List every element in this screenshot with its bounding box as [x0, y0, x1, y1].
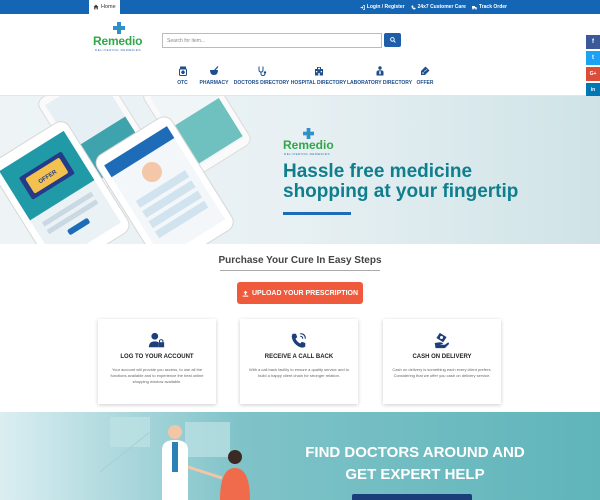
- step-card-title: RECEIVE A CALL BACK: [264, 354, 334, 360]
- banner-title: FIND DOCTORS AROUND AND GET EXPERT HELP: [305, 444, 525, 483]
- hospital-icon: [314, 67, 323, 76]
- search-input[interactable]: [162, 33, 382, 48]
- step-card-text: With a call back facility to ensure a qu…: [248, 367, 350, 378]
- hero-logo-tagline: DELIVERING REMEDIES: [284, 152, 331, 156]
- site-logo[interactable]: Remedio DELIVERING REMEDIES: [93, 22, 145, 58]
- phone-icon: [411, 5, 416, 9]
- doctor-consultation-illustration: [99, 417, 250, 500]
- step-card-callback: RECEIVE A CALL BACK With a call back fac…: [240, 319, 358, 404]
- steps-title-divider: [220, 270, 380, 271]
- medical-cross-icon: [113, 22, 125, 34]
- logo-tagline: DELIVERING REMEDIES: [95, 48, 142, 52]
- step-card-text: Cash on delivery is something each every…: [392, 367, 492, 378]
- logo-name: Remedio: [93, 34, 143, 48]
- upload-prescription-button[interactable]: UPLOAD YOUR PRESCRIPTION: [237, 282, 363, 304]
- banner-cta-button[interactable]: [352, 494, 472, 500]
- top-links: Login / Register 24x7 Customer Care Trac…: [360, 0, 507, 14]
- upload-prescription-label: UPLOAD YOUR PRESCRIPTION: [251, 289, 359, 297]
- google-plus-icon[interactable]: G+: [586, 67, 600, 81]
- home-link[interactable]: Home: [89, 0, 120, 14]
- truck-icon: [471, 5, 477, 10]
- user-lock-icon: [148, 332, 165, 348]
- home-icon: [93, 4, 99, 10]
- phone-mockups-illustration: OFFER: [0, 96, 251, 244]
- step-card-login: LOG TO YOUR ACCOUNT Your account will pr…: [98, 319, 216, 404]
- search-button[interactable]: [384, 33, 401, 47]
- cash-hand-icon: [434, 332, 450, 349]
- main-nav: OTC PHARMACY DOCTORS DIRECTORY HOSPITAL …: [170, 66, 438, 86]
- site-header: Remedio DELIVERING REMEDIES OTC PHARMACY…: [0, 14, 600, 96]
- upload-icon: [242, 290, 249, 297]
- stethoscope-icon: [258, 66, 266, 76]
- search-icon: [389, 37, 396, 43]
- login-icon: [360, 4, 365, 10]
- offer-tag-icon: [421, 66, 430, 75]
- doctors-banner: FIND DOCTORS AROUND AND GET EXPERT HELP: [0, 412, 600, 500]
- hero-logo-name: Remedio: [283, 138, 334, 152]
- steps-title: Purchase Your Cure In Easy Steps: [218, 255, 382, 266]
- nav-item-laboratory-directory[interactable]: LABORATORY DIRECTORY: [347, 66, 412, 86]
- twitter-icon[interactable]: t: [586, 51, 600, 65]
- home-label: Home: [101, 4, 116, 10]
- pill-bottle-icon: [178, 66, 187, 76]
- nav-item-hospital-directory[interactable]: HOSPITAL DIRECTORY: [290, 66, 347, 86]
- phone-ring-icon: [291, 333, 306, 348]
- facebook-icon[interactable]: f: [586, 35, 600, 49]
- step-card-title: LOG TO YOUR ACCOUNT: [120, 354, 194, 360]
- hero-underline: [283, 212, 351, 215]
- track-order-link[interactable]: Track Order: [471, 4, 507, 10]
- linkedin-icon[interactable]: in: [586, 83, 600, 97]
- customer-care-link[interactable]: 24x7 Customer Care: [411, 4, 466, 10]
- lab-technician-icon: [376, 66, 383, 76]
- hero-banner: OFFER Remedio DELIVERING REMEDIES Hassle…: [0, 96, 600, 244]
- top-bar: Home Login / Register 24x7 Customer Care…: [0, 0, 600, 14]
- login-register-link[interactable]: Login / Register: [360, 4, 405, 10]
- nav-item-pharmacy[interactable]: PHARMACY: [195, 66, 233, 86]
- nav-item-offer[interactable]: OFFER: [412, 66, 438, 86]
- step-card-cash-on-delivery: CASH ON DELIVERY Cash on delivery is som…: [383, 319, 501, 404]
- mortar-pestle-icon: [210, 66, 219, 75]
- nav-item-doctors-directory[interactable]: DOCTORS DIRECTORY: [233, 66, 290, 86]
- hero-title: Hassle free medicine shopping at your fi…: [283, 161, 519, 202]
- nav-item-otc[interactable]: OTC: [170, 66, 195, 86]
- step-card-text: Your account will provide you access, to…: [110, 367, 204, 384]
- step-card-title: CASH ON DELIVERY: [412, 354, 472, 360]
